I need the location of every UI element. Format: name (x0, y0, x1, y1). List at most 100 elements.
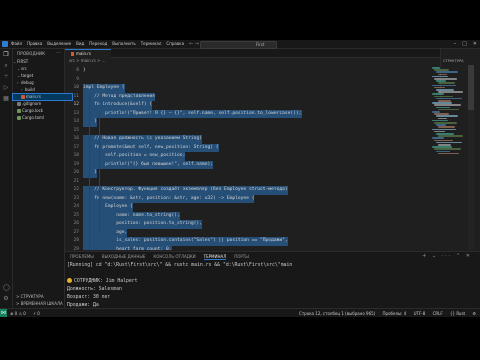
code-line[interactable]: 22 // Конструктор. Функция создаёт экзем… (65, 186, 465, 195)
tree-item-main-rs[interactable]: main.rs (12, 93, 73, 101)
problems-status[interactable]: ⊗ 0 ⚠ 0 (10, 311, 26, 316)
code-line[interactable]: 24 Employee { (65, 203, 465, 212)
outline-section[interactable]: > СТРУКТУРА (13, 294, 67, 300)
menu-edit[interactable]: Правка (27, 40, 42, 48)
minimap[interactable] (430, 65, 466, 250)
source-control-icon[interactable]: ⑂ (3, 74, 9, 80)
breadcrumb[interactable]: src > main.rs > ... (65, 58, 369, 64)
explorer-sidebar: ПРОВОДНИК ··· ⌄FIRST ⌄src ⌄target › debug… (12, 49, 73, 308)
menu-terminal[interactable]: Терминал (141, 40, 162, 48)
manage-gear-icon[interactable]: ⚙ (3, 296, 9, 302)
minimap-stroke (434, 139, 453, 142)
tree-item-cargo-toml[interactable]: Cargo.toml (13, 115, 68, 121)
tree-item-label: main.rs (26, 94, 41, 99)
minimap-stroke (434, 104, 461, 106)
tree-item-cargo-lock[interactable]: Cargo.lock (13, 108, 68, 114)
tree-item-label: Cargo.lock (22, 108, 44, 113)
language-mode[interactable]: {} Rust (450, 311, 465, 316)
code-line[interactable]: 17 fn promote(&mut self, new_position: S… (65, 143, 465, 152)
maximize-icon[interactable]: □ (462, 40, 467, 48)
code-line[interactable]: 14 } (65, 118, 465, 127)
account-icon[interactable]: ◯ (3, 285, 10, 291)
panel-tab-problems[interactable]: ПРОБЛЕМЫ (70, 253, 94, 260)
line-number: 14 (73, 119, 79, 124)
panel-tab-output[interactable]: ВЫХОДНЫЕ ДАННЫЕ (102, 253, 146, 260)
code-line[interactable]: 8} (65, 67, 465, 76)
code-line[interactable]: 23 fn new(name: &str, position: &str, ag… (65, 194, 465, 203)
panel-actions[interactable]: + ⌄ ··· ⌃ ✕ (422, 253, 472, 260)
code-line[interactable]: 25 name: name.to_string(), (65, 211, 465, 220)
tree-root[interactable]: ⌄FIRST (13, 59, 64, 65)
remote-icon[interactable]: ⋈ (0, 309, 7, 317)
code-line[interactable]: 9 (65, 76, 465, 85)
code-line[interactable]: 28 is_sales: position.contains("Sales") … (65, 237, 465, 246)
close-icon[interactable]: ✕ (473, 40, 477, 48)
code-editor[interactable]: 8} 9 10 impl Employee {11 // Метод представ… (65, 65, 465, 250)
editor-scrollbar[interactable] (468, 65, 474, 250)
code-text: fn promote(&mut self, new_position: Stri… (83, 143, 219, 152)
panel-tabs: ПРОБЛЕМЫ ВЫХОДНЫЕ ДАННЫЕ КОНСОЛЬ ОТЛАДКИ… (70, 253, 249, 260)
code-line[interactable]: 26 position: position.to_string(), (65, 220, 465, 229)
tab-label: main.rs (76, 51, 91, 56)
tree-item-build[interactable]: › build (13, 87, 72, 93)
menu-run[interactable]: Выполнить (112, 40, 135, 48)
line-ending[interactable]: CRLF (433, 311, 443, 316)
menu-selection[interactable]: Выделение (47, 40, 71, 48)
line-number: 16 (73, 136, 79, 141)
title-bar: Файл Правка Выделение Вид Переход Выполн… (0, 40, 480, 49)
code-line[interactable]: 15 (65, 127, 465, 136)
line-number: 27 (73, 229, 79, 235)
code-line[interactable]: 11 // Метод представления (65, 92, 465, 101)
code-line[interactable]: 19 println!("{} был повышен!", self.name… (65, 160, 465, 169)
more-actions-icon[interactable]: ··· (56, 50, 61, 56)
indentation[interactable]: Пробелы: 4 (383, 311, 407, 316)
ports-status[interactable]: ⚡ 0 (33, 311, 40, 316)
menu-go[interactable]: Переход (89, 40, 107, 48)
code-line[interactable]: 16 // Новая должность (с указанием Strin… (65, 135, 465, 144)
panel-tab-debug-console[interactable]: КОНСОЛЬ ОТЛАДКИ (153, 253, 195, 260)
line-number: 17 (73, 144, 79, 150)
minimize-icon[interactable]: – (454, 40, 457, 48)
tab-main-rs[interactable]: main.rs (65, 49, 111, 58)
code-line[interactable]: 10 impl Employee { (65, 84, 465, 93)
scrollbar-thumb[interactable] (468, 65, 474, 110)
screen: Файл Правка Выделение Вид Переход Выполн… (0, 0, 480, 360)
code-line[interactable]: 12 fn introduce(&self) { (65, 101, 465, 110)
status-bar: ⋈ ⊗ 0 ⚠ 0 ⚡ 0 Строка 12, столбец 1 (выбр… (0, 308, 480, 317)
line-number: 18 (73, 153, 79, 158)
code-line[interactable]: 29 heart_farm_count: 0, (65, 245, 465, 250)
code-line[interactable]: 13 println!("Привет! Я {} — {}", self.na… (65, 109, 465, 118)
menu-view[interactable]: Вид (76, 40, 84, 48)
search-icon[interactable]: ⌕ (3, 63, 9, 69)
code-line[interactable]: 20 } (65, 169, 465, 178)
timeline-section[interactable]: > ВРЕМЕННАЯ ШКАЛА (13, 301, 67, 307)
tree-item-gitignore[interactable]: .gitignore (13, 101, 68, 107)
line-number: 25 (73, 212, 79, 218)
vscode-window: Файл Правка Выделение Вид Переход Выполн… (0, 40, 480, 317)
code-line[interactable]: 27 age, (65, 228, 465, 237)
cursor-position[interactable]: Строка 12, столбец 1 (выбрано 965) (299, 311, 375, 316)
tree-item-src[interactable]: ⌄src (13, 66, 68, 72)
git-file-icon (17, 101, 21, 106)
command-center-search[interactable]: First (200, 41, 277, 49)
line-number: 28 (73, 238, 79, 243)
panel-tab-ports[interactable]: ПОРТЫ (234, 253, 249, 260)
line-number: 21 (73, 178, 79, 184)
code-line[interactable]: 18 self.position = new_position; (65, 152, 465, 161)
tree-item-debug[interactable]: › debug (13, 80, 68, 86)
notifications-icon[interactable]: ⚙ (472, 311, 476, 316)
line-number: 13 (73, 110, 79, 116)
menu-file[interactable]: Файл (11, 40, 22, 48)
extensions-icon[interactable]: ▦ (3, 96, 9, 102)
line-number: 24 (73, 204, 79, 209)
menu-help[interactable]: Справка (166, 40, 184, 48)
panel-tab-terminal[interactable]: ТЕРМИНАЛ (203, 253, 227, 260)
minimap-stroke (432, 93, 444, 95)
code-line[interactable]: 21 (65, 178, 465, 187)
tree-item-target[interactable]: ⌄target (13, 73, 68, 79)
explorer-icon[interactable]: ❐ (3, 52, 9, 58)
run-debug-icon[interactable]: ▷ (3, 85, 9, 91)
nav-arrows-icon[interactable]: ← → (189, 40, 199, 48)
tree-item-label: Cargo.toml (22, 115, 45, 120)
encoding[interactable]: UTF-8 (414, 311, 426, 316)
